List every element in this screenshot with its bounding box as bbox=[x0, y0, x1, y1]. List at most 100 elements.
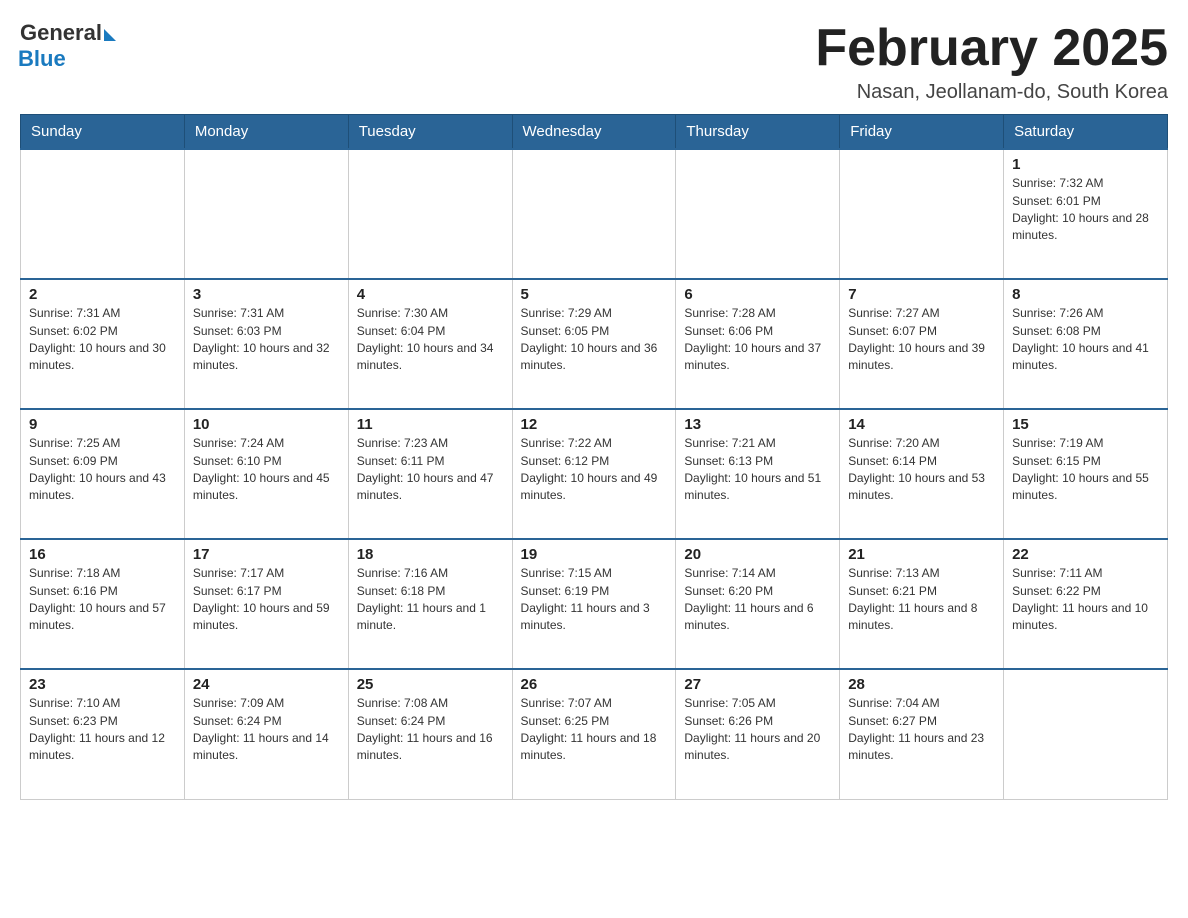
calendar-day-cell bbox=[512, 149, 676, 279]
day-number: 24 bbox=[193, 676, 340, 693]
day-info: Sunrise: 7:30 AMSunset: 6:04 PMDaylight:… bbox=[357, 305, 504, 375]
day-info: Sunrise: 7:15 AMSunset: 6:19 PMDaylight:… bbox=[521, 565, 668, 635]
calendar-day-header: Monday bbox=[184, 115, 348, 150]
day-info: Sunrise: 7:13 AMSunset: 6:21 PMDaylight:… bbox=[848, 565, 995, 635]
day-number: 10 bbox=[193, 416, 340, 433]
day-info: Sunrise: 7:25 AMSunset: 6:09 PMDaylight:… bbox=[29, 435, 176, 505]
calendar-header-row: SundayMondayTuesdayWednesdayThursdayFrid… bbox=[21, 115, 1168, 150]
calendar-day-cell: 12 Sunrise: 7:22 AMSunset: 6:12 PMDayligh… bbox=[512, 409, 676, 539]
calendar-day-cell: 6 Sunrise: 7:28 AMSunset: 6:06 PMDaylight… bbox=[676, 279, 840, 409]
calendar-day-cell: 27 Sunrise: 7:05 AMSunset: 6:26 PMDayligh… bbox=[676, 669, 840, 799]
day-number: 17 bbox=[193, 546, 340, 563]
day-info: Sunrise: 7:29 AMSunset: 6:05 PMDaylight:… bbox=[521, 305, 668, 375]
calendar-day-cell: 21 Sunrise: 7:13 AMSunset: 6:21 PMDayligh… bbox=[840, 539, 1004, 669]
day-number: 16 bbox=[29, 546, 176, 563]
calendar-week-row: 2 Sunrise: 7:31 AMSunset: 6:02 PMDaylight… bbox=[21, 279, 1168, 409]
day-info: Sunrise: 7:22 AMSunset: 6:12 PMDaylight:… bbox=[521, 435, 668, 505]
day-info: Sunrise: 7:16 AMSunset: 6:18 PMDaylight:… bbox=[357, 565, 504, 635]
logo-blue-text: Blue bbox=[18, 46, 66, 72]
day-number: 27 bbox=[684, 676, 831, 693]
day-number: 3 bbox=[193, 286, 340, 303]
calendar-day-cell bbox=[184, 149, 348, 279]
calendar-day-cell: 14 Sunrise: 7:20 AMSunset: 6:14 PMDayligh… bbox=[840, 409, 1004, 539]
calendar-day-cell: 28Sunrise: 7:04 AMSunset: 6:27 PMDayligh… bbox=[840, 669, 1004, 799]
day-info: Sunrise: 7:23 AMSunset: 6:11 PMDaylight:… bbox=[357, 435, 504, 505]
day-info: Sunrise: 7:18 AMSunset: 6:16 PMDaylight:… bbox=[29, 565, 176, 635]
day-number: 7 bbox=[848, 286, 995, 303]
calendar-week-row: 9Sunrise: 7:25 AMSunset: 6:09 PMDaylight… bbox=[21, 409, 1168, 539]
logo-arrow-icon bbox=[104, 29, 116, 41]
calendar-day-cell: 4 Sunrise: 7:30 AMSunset: 6:04 PMDaylight… bbox=[348, 279, 512, 409]
day-number: 21 bbox=[848, 546, 995, 563]
calendar-day-cell: 16 Sunrise: 7:18 AMSunset: 6:16 PMDayligh… bbox=[21, 539, 185, 669]
day-number: 18 bbox=[357, 546, 504, 563]
calendar-day-cell bbox=[676, 149, 840, 279]
location-subtitle: Nasan, Jeollanam-do, South Korea bbox=[815, 81, 1168, 104]
calendar-week-row: 1 Sunrise: 7:32 AMSunset: 6:01 PMDaylight… bbox=[21, 149, 1168, 279]
day-number: 8 bbox=[1012, 286, 1159, 303]
calendar-day-cell: 8 Sunrise: 7:26 AMSunset: 6:08 PMDaylight… bbox=[1004, 279, 1168, 409]
calendar-day-cell: 1 Sunrise: 7:32 AMSunset: 6:01 PMDaylight… bbox=[1004, 149, 1168, 279]
day-info: Sunrise: 7:20 AMSunset: 6:14 PMDaylight:… bbox=[848, 435, 995, 505]
day-number: 23 bbox=[29, 676, 176, 693]
day-number: 20 bbox=[684, 546, 831, 563]
day-number: 1 bbox=[1012, 156, 1159, 173]
day-number: 6 bbox=[684, 286, 831, 303]
calendar-day-header: Wednesday bbox=[512, 115, 676, 150]
day-number: 15 bbox=[1012, 416, 1159, 433]
calendar-day-cell: 25Sunrise: 7:08 AMSunset: 6:24 PMDayligh… bbox=[348, 669, 512, 799]
calendar-day-cell: 24 Sunrise: 7:09 AMSunset: 6:24 PMDayligh… bbox=[184, 669, 348, 799]
calendar-day-header: Sunday bbox=[21, 115, 185, 150]
day-number: 2 bbox=[29, 286, 176, 303]
calendar-table: SundayMondayTuesdayWednesdayThursdayFrid… bbox=[20, 114, 1168, 800]
day-info: Sunrise: 7:17 AMSunset: 6:17 PMDaylight:… bbox=[193, 565, 340, 635]
calendar-day-header: Friday bbox=[840, 115, 1004, 150]
day-info: Sunrise: 7:32 AMSunset: 6:01 PMDaylight:… bbox=[1012, 175, 1159, 245]
title-section: February 2025 Nasan, Jeollanam-do, South… bbox=[815, 20, 1168, 104]
day-number: 4 bbox=[357, 286, 504, 303]
day-number: 13 bbox=[684, 416, 831, 433]
day-info: Sunrise: 7:09 AMSunset: 6:24 PMDaylight:… bbox=[193, 695, 340, 765]
calendar-day-cell: 22 Sunrise: 7:11 AMSunset: 6:22 PMDayligh… bbox=[1004, 539, 1168, 669]
day-number: 19 bbox=[521, 546, 668, 563]
calendar-day-cell: 2 Sunrise: 7:31 AMSunset: 6:02 PMDaylight… bbox=[21, 279, 185, 409]
day-number: 5 bbox=[521, 286, 668, 303]
day-info: Sunrise: 7:28 AMSunset: 6:06 PMDaylight:… bbox=[684, 305, 831, 375]
calendar-day-cell bbox=[1004, 669, 1168, 799]
day-info: Sunrise: 7:08 AMSunset: 6:24 PMDaylight:… bbox=[357, 695, 504, 765]
day-info: Sunrise: 7:11 AMSunset: 6:22 PMDaylight:… bbox=[1012, 565, 1159, 635]
day-number: 12 bbox=[521, 416, 668, 433]
calendar-day-cell: 23Sunrise: 7:10 AMSunset: 6:23 PMDayligh… bbox=[21, 669, 185, 799]
day-number: 14 bbox=[848, 416, 995, 433]
calendar-day-cell bbox=[21, 149, 185, 279]
day-info: Sunrise: 7:05 AMSunset: 6:26 PMDaylight:… bbox=[684, 695, 831, 765]
calendar-day-cell: 3Sunrise: 7:31 AMSunset: 6:03 PMDaylight… bbox=[184, 279, 348, 409]
calendar-day-cell: 26Sunrise: 7:07 AMSunset: 6:25 PMDayligh… bbox=[512, 669, 676, 799]
logo: General Blue bbox=[20, 20, 116, 72]
calendar-day-header: Saturday bbox=[1004, 115, 1168, 150]
day-info: Sunrise: 7:27 AMSunset: 6:07 PMDaylight:… bbox=[848, 305, 995, 375]
day-info: Sunrise: 7:21 AMSunset: 6:13 PMDaylight:… bbox=[684, 435, 831, 505]
calendar-day-cell: 15 Sunrise: 7:19 AMSunset: 6:15 PMDayligh… bbox=[1004, 409, 1168, 539]
day-info: Sunrise: 7:07 AMSunset: 6:25 PMDaylight:… bbox=[521, 695, 668, 765]
calendar-day-header: Tuesday bbox=[348, 115, 512, 150]
logo-general-text: General bbox=[20, 20, 102, 46]
day-info: Sunrise: 7:19 AMSunset: 6:15 PMDaylight:… bbox=[1012, 435, 1159, 505]
calendar-day-cell bbox=[840, 149, 1004, 279]
calendar-day-cell: 11Sunrise: 7:23 AMSunset: 6:11 PMDayligh… bbox=[348, 409, 512, 539]
calendar-day-header: Thursday bbox=[676, 115, 840, 150]
calendar-day-cell: 17 Sunrise: 7:17 AMSunset: 6:17 PMDayligh… bbox=[184, 539, 348, 669]
calendar-day-cell: 5 Sunrise: 7:29 AMSunset: 6:05 PMDaylight… bbox=[512, 279, 676, 409]
day-info: Sunrise: 7:24 AMSunset: 6:10 PMDaylight:… bbox=[193, 435, 340, 505]
calendar-day-cell: 10 Sunrise: 7:24 AMSunset: 6:10 PMDayligh… bbox=[184, 409, 348, 539]
calendar-day-cell: 18 Sunrise: 7:16 AMSunset: 6:18 PMDayligh… bbox=[348, 539, 512, 669]
calendar-day-cell: 20 Sunrise: 7:14 AMSunset: 6:20 PMDayligh… bbox=[676, 539, 840, 669]
day-number: 22 bbox=[1012, 546, 1159, 563]
calendar-day-cell: 7 Sunrise: 7:27 AMSunset: 6:07 PMDaylight… bbox=[840, 279, 1004, 409]
day-info: Sunrise: 7:04 AMSunset: 6:27 PMDaylight:… bbox=[848, 695, 995, 765]
calendar-day-cell bbox=[348, 149, 512, 279]
day-info: Sunrise: 7:14 AMSunset: 6:20 PMDaylight:… bbox=[684, 565, 831, 635]
day-info: Sunrise: 7:31 AMSunset: 6:02 PMDaylight:… bbox=[29, 305, 176, 375]
day-info: Sunrise: 7:26 AMSunset: 6:08 PMDaylight:… bbox=[1012, 305, 1159, 375]
month-title: February 2025 bbox=[815, 20, 1168, 77]
